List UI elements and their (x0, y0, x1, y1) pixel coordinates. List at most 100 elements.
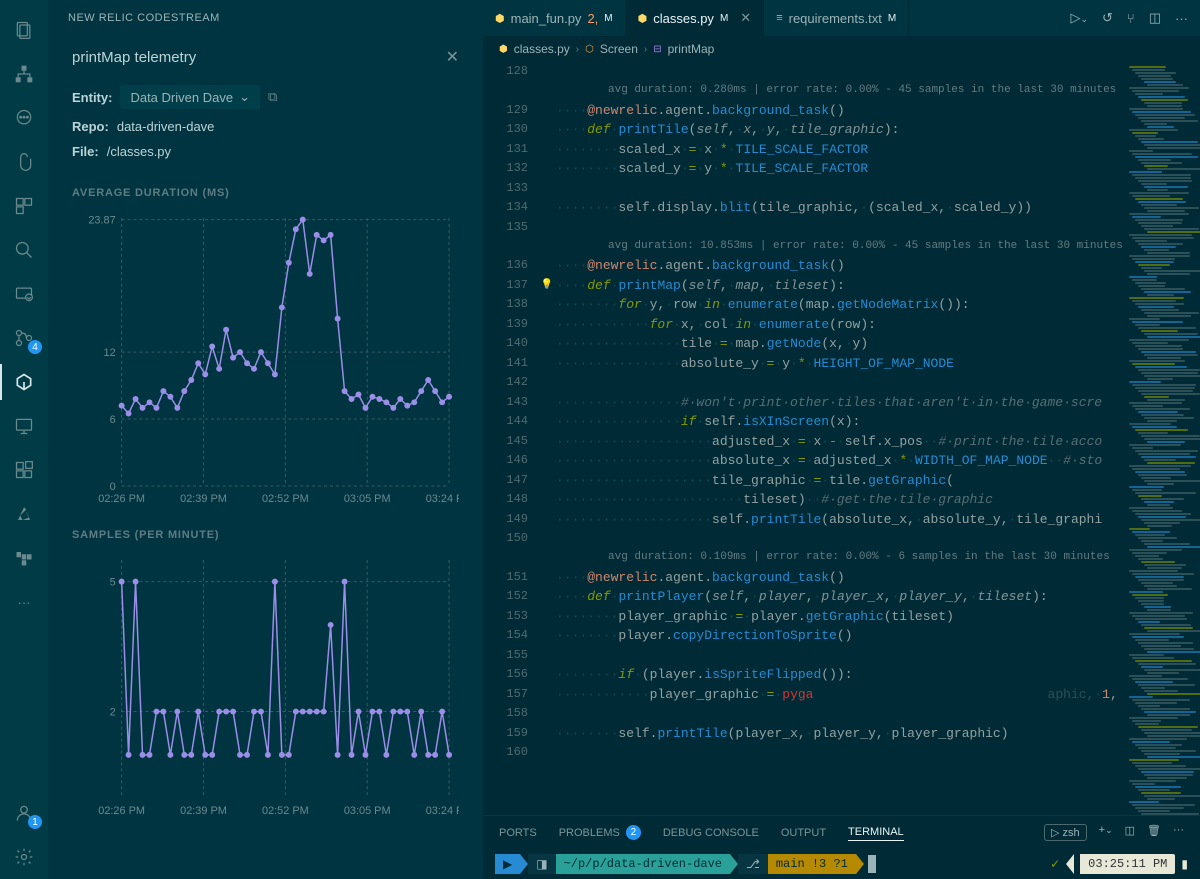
tab-count: 2, (587, 11, 598, 26)
svg-text:2: 2 (110, 707, 116, 719)
chart2-title: SAMPLES (PER MINUTE) (72, 529, 459, 541)
svg-text:02:26 PM: 02:26 PM (98, 805, 145, 817)
python-icon: ⬢ (495, 12, 505, 25)
scm-badge: 4 (28, 340, 42, 354)
tab-classes[interactable]: ⬢ classes.py M ✕ (626, 0, 765, 36)
repo-label: Repo: (72, 119, 109, 134)
svg-text:03:05 PM: 03:05 PM (344, 493, 391, 505)
tab-modified: M (888, 13, 896, 24)
chevron-right-icon: › (644, 44, 647, 55)
codelens[interactable]: avg duration: 0.109ms | error rate: 0.00… (483, 549, 1125, 568)
svg-text:03:24 PM: 03:24 PM (426, 805, 459, 817)
panel-tabs: PORTS PROBLEMS2 DEBUG CONSOLE OUTPUT TER… (483, 815, 1200, 849)
cursor (868, 855, 876, 873)
tab-bar: ⬢ main_fun.py 2, M ⬢ classes.py M ✕ ≡ re… (483, 0, 1200, 36)
terminal-time: 03:25:11 PM (1080, 854, 1175, 874)
revert-icon[interactable]: ↺ (1102, 10, 1113, 26)
panel-tab-ports[interactable]: PORTS (499, 827, 537, 839)
sidebar: NEW RELIC CODESTREAM printMap telemetry … (48, 0, 483, 879)
svg-text:03:24 PM: 03:24 PM (426, 493, 459, 505)
explorer-icon[interactable] (0, 8, 48, 52)
terminal-branch: main !3 ?1 (768, 854, 856, 874)
svg-text:12: 12 (104, 347, 116, 359)
codelens[interactable]: avg duration: 10.853ms | error rate: 0.0… (483, 237, 1125, 256)
more-icon[interactable]: ··· (1173, 824, 1184, 841)
bar-icon: ▮ (1181, 857, 1188, 872)
svg-text:6: 6 (110, 414, 116, 426)
breadcrumb[interactable]: ⬢ classes.py › ⬡ Screen › ⊟ printMap (483, 36, 1200, 62)
svg-text:03:05 PM: 03:05 PM (344, 805, 391, 817)
breadcrumb-class: Screen (600, 42, 638, 56)
terminal-shell[interactable]: ▷ zsh (1044, 824, 1087, 841)
tab-modified: M (604, 13, 612, 24)
text-icon: ≡ (776, 12, 782, 24)
python-icon: ⬢ (638, 12, 648, 25)
tab-label: requirements.txt (789, 11, 882, 26)
chat-icon[interactable] (0, 96, 48, 140)
svg-text:23.87: 23.87 (88, 215, 115, 227)
terminal-path: ~/p/p/data-driven-dave (556, 854, 730, 874)
entity-label: Entity: (72, 90, 112, 105)
panel-tab-debug[interactable]: DEBUG CONSOLE (663, 827, 759, 839)
tab-main-fun[interactable]: ⬢ main_fun.py 2, M (483, 0, 626, 36)
accounts-badge: 1 (28, 815, 42, 829)
chevron-right-icon: › (576, 44, 579, 55)
split-icon[interactable]: ◫ (1149, 10, 1161, 26)
prompt-icon: ◨ (528, 854, 555, 874)
editor-area: ⬢ main_fun.py 2, M ⬢ classes.py M ✕ ≡ re… (483, 0, 1200, 879)
split-terminal-icon[interactable]: ◫ (1125, 824, 1135, 841)
svg-text:02:52 PM: 02:52 PM (262, 493, 309, 505)
chart-samples: 2502:26 PM02:39 PM02:52 PM03:05 PM03:24 … (72, 549, 459, 829)
newrelic-icon[interactable] (0, 360, 48, 404)
panel-title: printMap telemetry (72, 49, 196, 66)
close-tab-icon[interactable]: ✕ (740, 10, 751, 26)
repo-value: data-driven-dave (117, 119, 215, 134)
panel-tab-terminal[interactable]: TERMINAL (848, 826, 904, 841)
code-editor[interactable]: 128 avg duration: 0.280ms | error rate: … (483, 62, 1125, 815)
remote-icon[interactable] (0, 404, 48, 448)
run-icon[interactable]: ▷⌄ (1070, 10, 1088, 26)
scm-icon[interactable]: 4 (0, 316, 48, 360)
clip-icon[interactable] (0, 140, 48, 184)
diff-icon[interactable]: ⑂ (1127, 11, 1135, 26)
breadcrumb-file: classes.py (514, 42, 570, 56)
svg-text:02:52 PM: 02:52 PM (262, 805, 309, 817)
class-icon: ⬡ (585, 44, 594, 55)
tab-label: main_fun.py (511, 11, 582, 26)
codelens[interactable]: avg duration: 0.280ms | error rate: 0.00… (483, 82, 1125, 101)
file-value: /classes.py (107, 144, 171, 159)
tab-label: classes.py (653, 11, 714, 26)
terraform-icon[interactable] (0, 536, 48, 580)
terminal[interactable]: ▶ ◨ ~/p/p/data-driven-dave ⎇ main !3 ?1 … (483, 849, 1200, 879)
close-icon[interactable]: ✕ (446, 47, 459, 67)
more-icon[interactable]: ··· (1175, 11, 1188, 26)
terminal-arrow-icon: ▶ (495, 854, 520, 874)
entity-select[interactable]: Data Driven Dave ⌄ (120, 85, 260, 109)
chart1-title: AVERAGE DURATION (MS) (72, 187, 459, 199)
remote-ext-icon[interactable] (0, 272, 48, 316)
minimap[interactable] (1125, 62, 1200, 815)
svg-text:0: 0 (110, 481, 116, 493)
branch-icon: ⎇ (738, 854, 768, 874)
file-label: File: (72, 144, 99, 159)
activity-bar: 4 ··· 1 (0, 0, 48, 879)
azure-icon[interactable] (0, 492, 48, 536)
search-icon[interactable] (0, 228, 48, 272)
add-terminal-icon[interactable]: +⌄ (1099, 824, 1113, 841)
hierarchy-icon[interactable] (0, 52, 48, 96)
trash-icon[interactable]: 🗑 (1147, 824, 1161, 841)
python-icon: ⬢ (499, 44, 508, 55)
accounts-icon[interactable]: 1 (0, 791, 48, 835)
settings-icon[interactable] (0, 835, 48, 879)
lightbulb-icon[interactable]: 💡 (541, 276, 553, 296)
svg-text:02:39 PM: 02:39 PM (180, 805, 227, 817)
more-icon[interactable]: ··· (0, 580, 48, 624)
panel-tab-problems[interactable]: PROBLEMS2 (559, 825, 641, 840)
packages-icon[interactable] (0, 184, 48, 228)
svg-text:02:39 PM: 02:39 PM (180, 493, 227, 505)
extensions-icon[interactable] (0, 448, 48, 492)
tab-requirements[interactable]: ≡ requirements.txt M (764, 0, 909, 36)
entity-value: Data Driven Dave (130, 90, 233, 105)
panel-tab-output[interactable]: OUTPUT (781, 827, 826, 839)
external-link-icon[interactable]: ⧉ (268, 89, 277, 105)
